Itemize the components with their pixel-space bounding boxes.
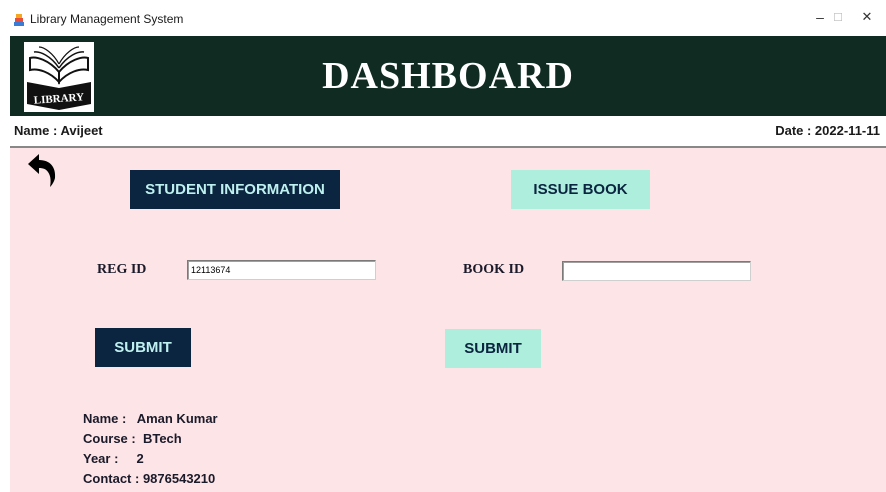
window-title: Library Management System (30, 12, 184, 26)
student-contact: Contact : 9876543210 (83, 471, 216, 486)
issue-book-button[interactable]: ISSUE BOOK (511, 170, 650, 209)
info-bar: Name : Avijeet Date : 2022-11-11 (10, 116, 886, 148)
student-information-button[interactable]: STUDENT INFORMATION (130, 170, 340, 209)
dashboard-header: LIBRARY DASHBOARD (10, 36, 886, 116)
book-id-input[interactable] (562, 261, 751, 281)
book-id-label: BOOK ID (463, 262, 525, 277)
reg-id-input[interactable] (187, 260, 376, 280)
maximize-button[interactable]: ☐ (823, 11, 853, 24)
date-label: Date : 2022-11-11 (775, 123, 880, 138)
student-course: Course : BTech (83, 431, 182, 446)
student-name: Name : Aman Kumar (83, 411, 218, 426)
student-details: Name : Aman Kumar Course : BTech Year : … (83, 409, 218, 489)
submit-book-id-button[interactable]: SUBMIT (445, 329, 541, 368)
user-name-label: Name : Avijeet (14, 123, 103, 138)
book-stack-icon (14, 14, 24, 26)
page-title: DASHBOARD (322, 55, 574, 97)
submit-reg-id-button[interactable]: SUBMIT (95, 328, 191, 367)
main-panel: STUDENT INFORMATION ISSUE BOOK REG ID BO… (10, 148, 886, 492)
reg-id-label: REG ID (97, 262, 147, 277)
back-arrow-icon[interactable] (22, 152, 62, 188)
student-year: Year : 2 (83, 451, 144, 466)
close-button[interactable]: ✕ (852, 9, 882, 25)
window-titlebar: Library Management System – ☐ ✕ (0, 0, 886, 36)
